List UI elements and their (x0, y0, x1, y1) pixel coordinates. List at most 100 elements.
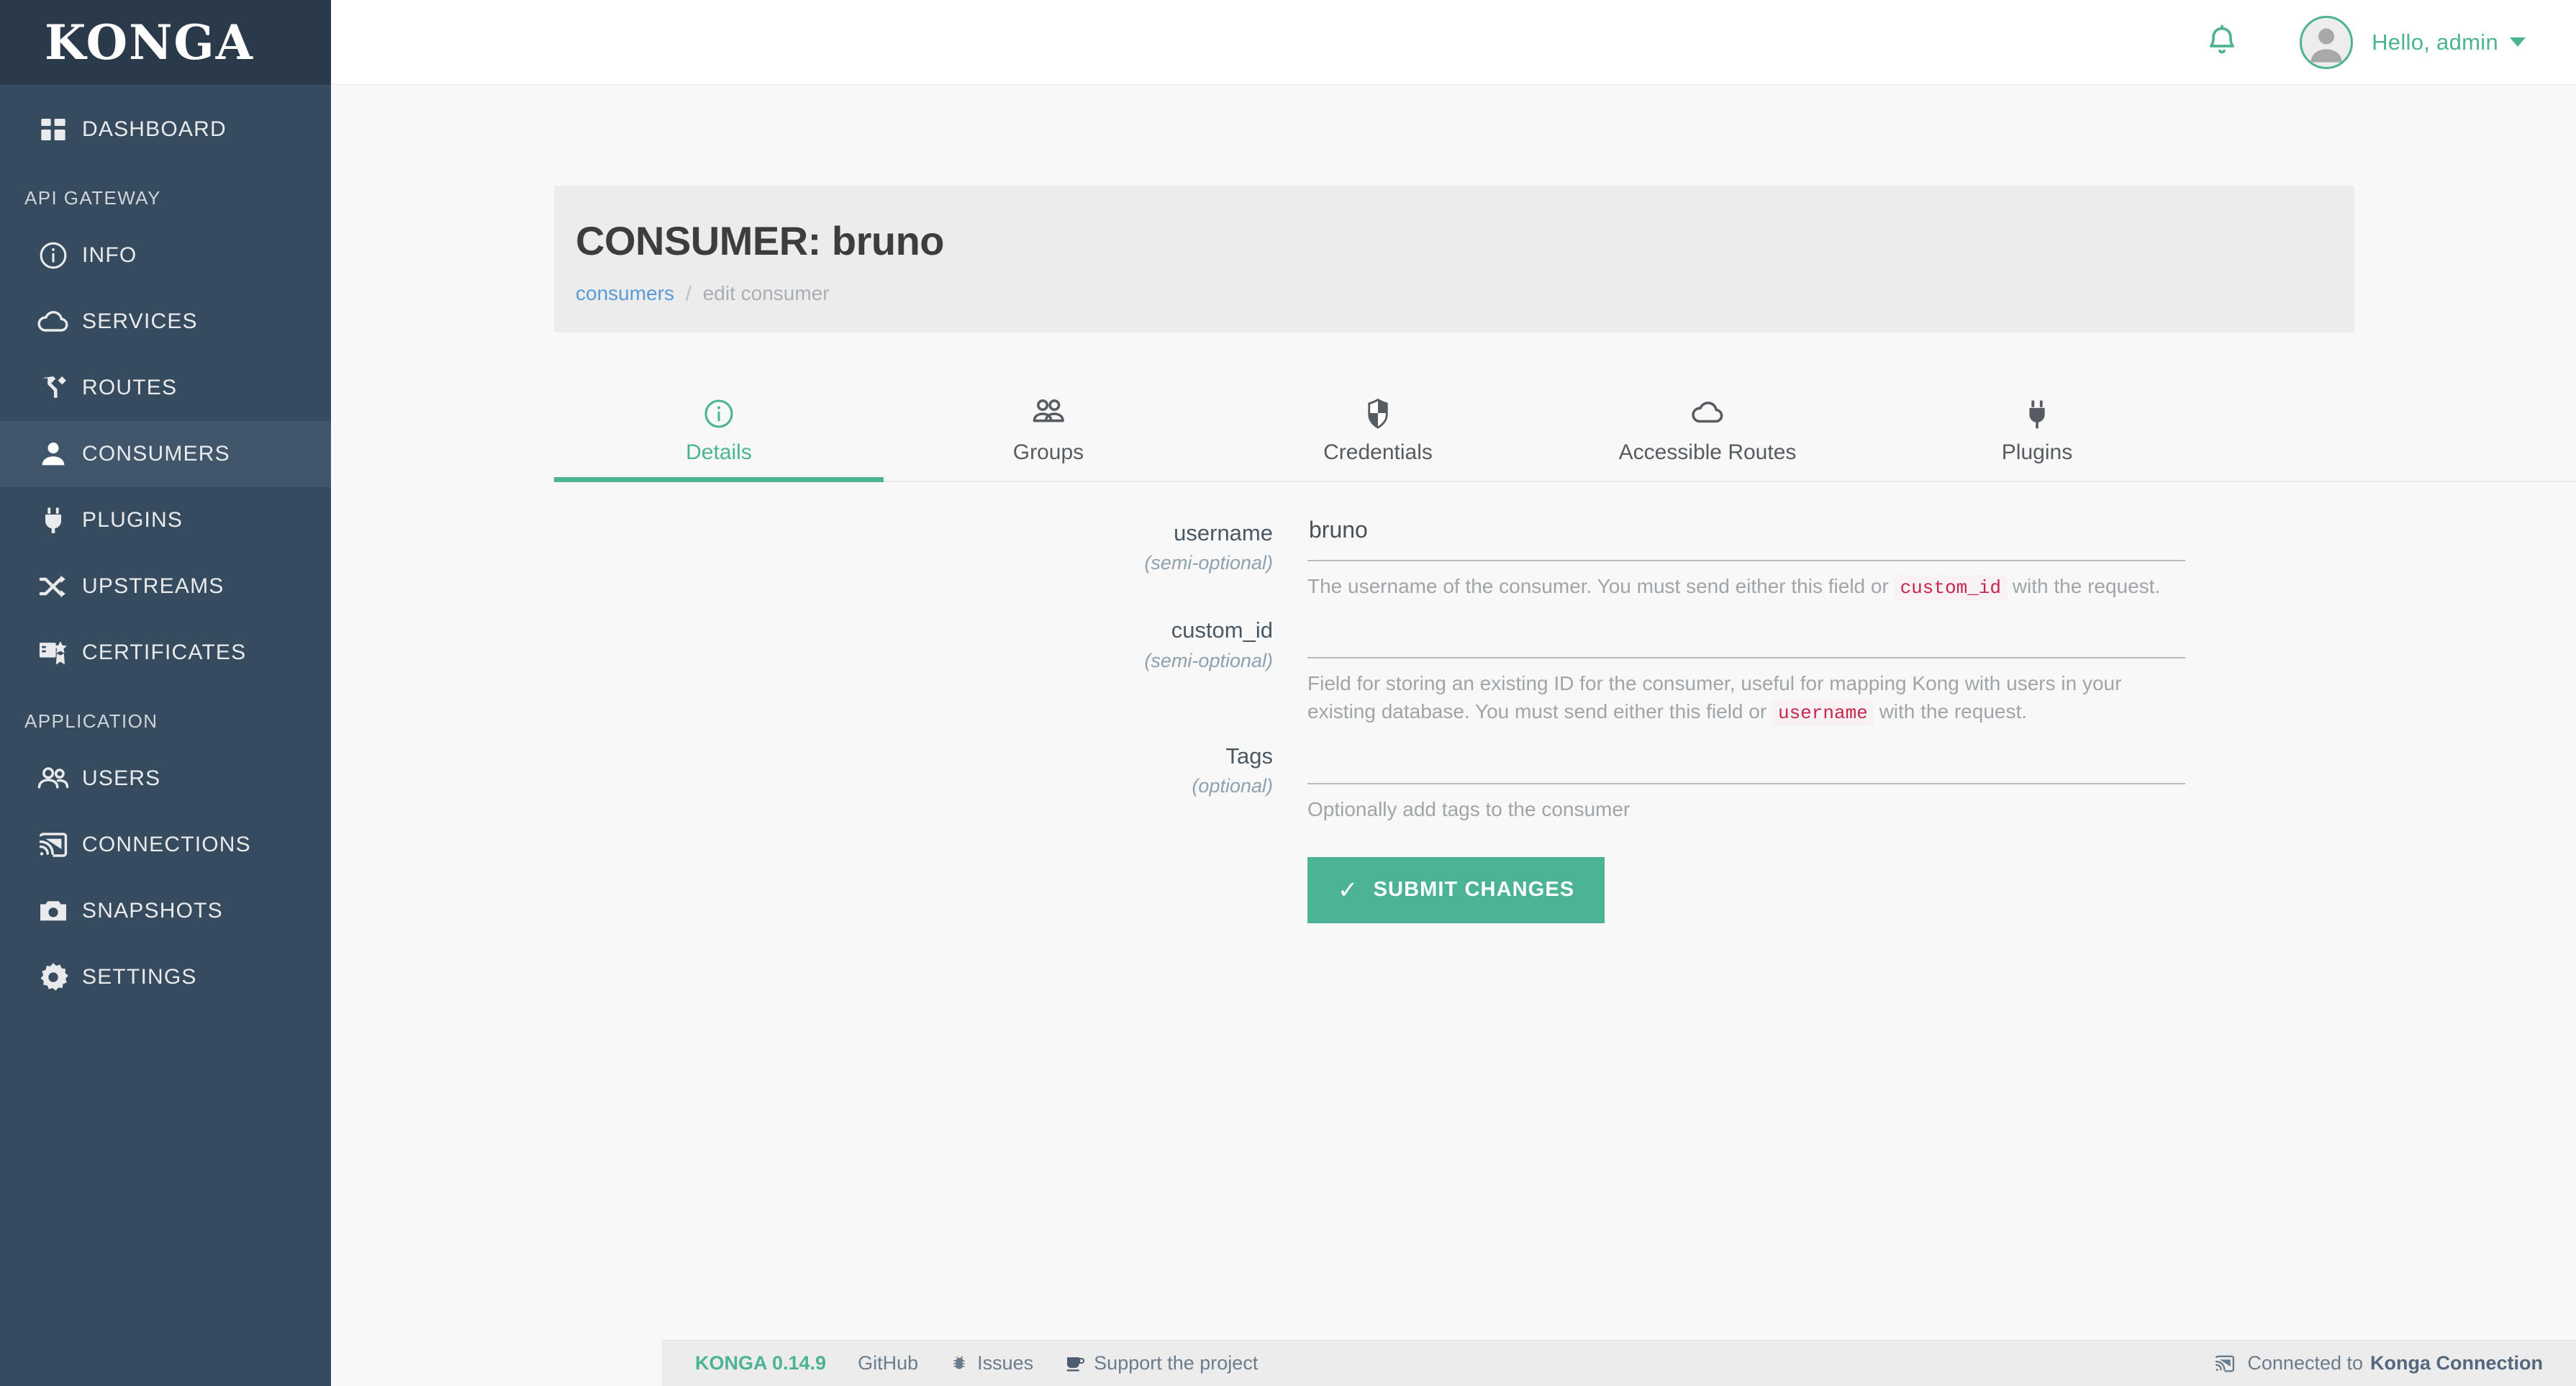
field-tags: Tags (optional) Optionally add tags to t… (554, 730, 2576, 824)
field-help: Optionally add tags to the consumer (1307, 796, 2185, 824)
breadcrumb-current: edit consumer (702, 281, 830, 304)
field-label: Tags (optional) (554, 731, 1307, 824)
field-help-before: The username of the consumer. You must s… (1307, 574, 1895, 597)
sidebar-item-snapshots[interactable]: SNAPSHOTS (0, 878, 331, 944)
sidebar-item-certificates[interactable]: CERTIFICATES (0, 620, 331, 686)
breadcrumb-separator: / (685, 281, 691, 304)
bell-icon[interactable] (2203, 24, 2241, 61)
field-label: custom_id (semi-optional) (554, 605, 1307, 727)
footer-version: KONGA 0.14.9 (695, 1352, 827, 1374)
breadcrumb: consumers / edit consumer (576, 282, 2354, 305)
footer-link-github[interactable]: GitHub (858, 1352, 918, 1374)
field-name: username (1174, 520, 1273, 545)
sidebar-item-consumers[interactable]: CONSUMERS (0, 421, 331, 487)
content-area: CONSUMER: bruno consumers / edit consume… (331, 85, 2576, 1386)
tab-details[interactable]: Details (554, 367, 884, 482)
tab-label: Credentials (1323, 440, 1433, 464)
certificate-icon (24, 637, 82, 669)
field-username: username (semi-optional) The username of… (554, 507, 2576, 602)
sidebar-item-plugins[interactable]: PLUGINS (0, 487, 331, 553)
sidebar-item-connections[interactable]: CONNECTIONS (0, 812, 331, 878)
field-optionality: (optional) (1192, 775, 1273, 797)
breadcrumb-link-consumers[interactable]: consumers (576, 282, 674, 305)
username-input[interactable] (1307, 507, 2185, 561)
camera-icon (24, 895, 82, 927)
submit-changes-button[interactable]: ✓ SUBMIT CHANGES (1307, 856, 1605, 923)
cast-icon (24, 829, 82, 861)
sidebar-item-upstreams[interactable]: UPSTREAMS (0, 553, 331, 620)
sidebar-item-label: CERTIFICATES (82, 640, 247, 664)
footer: KONGA 0.14.9 GitHub Issues Support the p… (662, 1340, 2576, 1386)
coffee-icon (1065, 1354, 1085, 1374)
sidebar-item-label: CONSUMERS (82, 442, 230, 466)
footer-link-support[interactable]: Support the project (1065, 1352, 1258, 1374)
sidebar-item-services[interactable]: SERVICES (0, 289, 331, 355)
sidebar-item-label: SNAPSHOTS (82, 899, 223, 923)
sidebar-item-label: ROUTES (82, 376, 178, 399)
cloud-icon (1690, 390, 1725, 430)
sidebar-item-label: SERVICES (82, 309, 198, 333)
gear-icon (24, 961, 82, 994)
sidebar-item-users[interactable]: USERS (0, 746, 331, 812)
field-custom-id: custom_id (semi-optional) Field for stor… (554, 605, 2576, 727)
field-help-before: Optionally add tags to the consumer (1307, 797, 1631, 820)
sidebar-nav: DASHBOARD API GATEWAY INFO SERVICES ROUT… (0, 85, 331, 1386)
tab-label: Details (686, 440, 752, 464)
sidebar: KONGA DASHBOARD API GATEWAY INFO SERVICE… (0, 0, 331, 1386)
tab-plugins[interactable]: Plugins (1872, 367, 2202, 481)
plug-icon (24, 506, 82, 535)
logo[interactable]: KONGA (0, 0, 331, 85)
custom-id-input[interactable] (1307, 605, 2185, 659)
field-name: Tags (1225, 743, 1273, 769)
sidebar-item-label: UPSTREAMS (82, 574, 225, 598)
field-optionality: (semi-optional) (1144, 551, 1273, 574)
field-help-code: custom_id (1894, 574, 2008, 601)
avatar (2300, 15, 2354, 69)
consumer-icon (24, 438, 82, 470)
shield-icon (1361, 390, 1394, 430)
routes-icon (24, 372, 82, 404)
field-name: custom_id (1171, 617, 1273, 643)
field-help-after: with the request. (1873, 700, 2028, 723)
consumer-form: username (semi-optional) The username of… (554, 482, 2576, 923)
sidebar-item-label: PLUGINS (82, 508, 183, 532)
chevron-down-icon (2510, 37, 2526, 47)
group-icon (1030, 390, 1066, 430)
topbar: Hello, admin (331, 0, 2576, 85)
sidebar-item-label: INFO (82, 243, 137, 267)
tab-groups[interactable]: Groups (884, 367, 1213, 481)
sidebar-section-api-gateway: API GATEWAY (24, 187, 161, 209)
user-menu[interactable]: Hello, admin (2300, 15, 2526, 69)
logo-text: KONGA (45, 14, 254, 71)
sidebar-item-routes[interactable]: ROUTES (0, 355, 331, 421)
footer-link-issues[interactable]: Issues (950, 1352, 1033, 1374)
greeting-label: Hello, admin (2372, 29, 2498, 55)
sidebar-item-label: DASHBOARD (82, 117, 227, 141)
tags-input[interactable] (1307, 730, 2185, 784)
sidebar-item-label: SETTINGS (82, 965, 197, 989)
field-help: The username of the consumer. You must s… (1307, 573, 2185, 602)
sidebar-item-info[interactable]: INFO (0, 222, 331, 289)
field-help-after: with the request. (2007, 574, 2161, 597)
main-area: Hello, admin CONSUMER: bruno consumers /… (331, 0, 2576, 1386)
cast-icon (2214, 1353, 2236, 1374)
tab-accessible-routes[interactable]: Accessible Routes (1543, 367, 1872, 481)
footer-connection-status: Connected to Konga Connection (2214, 1352, 2543, 1374)
submit-row: ✓ SUBMIT CHANGES (1307, 856, 2576, 923)
sidebar-item-dashboard[interactable]: DASHBOARD (0, 96, 331, 163)
footer-support-label: Support the project (1094, 1352, 1258, 1374)
bug-icon (950, 1354, 969, 1373)
info-circle-icon (702, 390, 735, 430)
dashboard-icon (24, 115, 82, 144)
footer-links: KONGA 0.14.9 GitHub Issues Support the p… (695, 1352, 1289, 1374)
sidebar-item-settings[interactable]: SETTINGS (0, 944, 331, 1010)
tab-credentials[interactable]: Credentials (1213, 367, 1543, 481)
plug-icon (2021, 390, 2053, 430)
sidebar-section-application: APPLICATION (24, 710, 158, 732)
field-label: username (semi-optional) (554, 508, 1307, 602)
cloud-icon (24, 304, 82, 339)
users-icon (24, 762, 82, 795)
app-root: KONGA DASHBOARD API GATEWAY INFO SERVICE… (0, 0, 2576, 1386)
sidebar-item-label: USERS (82, 766, 161, 790)
field-help: Field for storing an existing ID for the… (1307, 670, 2185, 727)
